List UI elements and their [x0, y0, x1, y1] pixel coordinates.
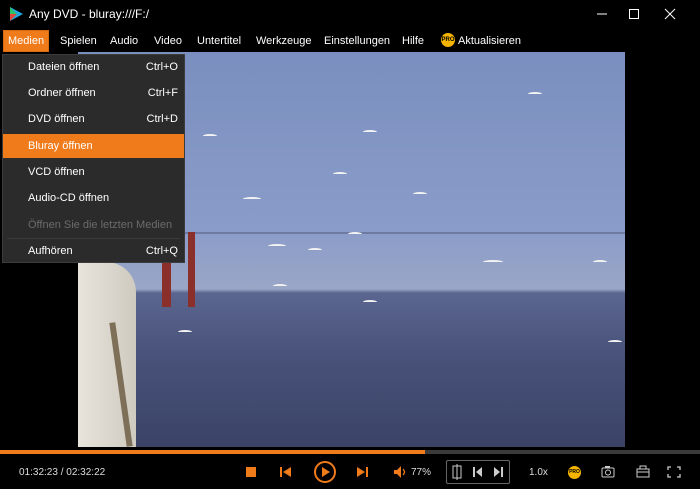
menu-medien[interactable]: Medien: [3, 30, 50, 52]
menu-item-open-dvd[interactable]: DVD öffnen Ctrl+D: [3, 107, 184, 131]
menu-item-label: Ordner öffnen: [28, 87, 96, 99]
menu-item-shortcut: Ctrl+O: [145, 61, 178, 73]
time-display: 01:32:23 / 02:32:22: [19, 467, 106, 478]
screenshot-button[interactable]: [601, 460, 615, 484]
title-bar: Any DVD - bluray:///F:/: [0, 0, 700, 28]
previous-icon: [280, 467, 291, 477]
media-dropdown-menu: Dateien öffnen Ctrl+O Ordner öffnen Ctrl…: [2, 54, 185, 263]
seagull: [413, 192, 427, 196]
menu-bar: Medien Spielen Audio Video Untertitel We…: [0, 28, 700, 52]
seagull: [333, 172, 347, 176]
seagull: [483, 260, 503, 264]
menu-untertitel[interactable]: Untertitel: [193, 30, 245, 52]
menu-item-label: Bluray öffnen: [28, 140, 93, 152]
pro-badge-icon[interactable]: PRO: [568, 466, 581, 479]
playback-controls: 01:32:23 / 02:32:22 77% 1.0x PRO: [0, 454, 700, 489]
seagull: [528, 92, 542, 96]
stop-icon: [246, 467, 256, 477]
menu-audio[interactable]: Audio: [106, 30, 142, 52]
menu-aktualisieren[interactable]: Aktualisieren: [454, 30, 525, 52]
menu-item-label: VCD öffnen: [28, 166, 85, 178]
menu-spielen[interactable]: Spielen: [56, 30, 101, 52]
next-icon: [357, 467, 368, 477]
screenshot-icon: [601, 466, 615, 478]
chapter-previous-icon[interactable]: [473, 466, 483, 478]
seagull: [243, 197, 261, 201]
seagull: [348, 232, 362, 236]
seagull: [203, 134, 217, 138]
menu-item-open-files[interactable]: Dateien öffnen Ctrl+O: [3, 55, 184, 79]
chapter-controls: [446, 460, 510, 484]
fullscreen-button[interactable]: [667, 460, 681, 484]
menu-item-open-vcd[interactable]: VCD öffnen: [3, 160, 184, 184]
fullscreen-icon: [667, 466, 681, 478]
volume-button[interactable]: [393, 460, 409, 484]
volume-percent[interactable]: 77%: [411, 467, 431, 478]
stop-button[interactable]: [244, 460, 260, 484]
previous-button[interactable]: [278, 460, 294, 484]
seagull: [608, 340, 622, 344]
close-icon: [664, 8, 676, 20]
menu-item-label: Aufhören: [28, 245, 73, 257]
menu-item-open-bluray[interactable]: Bluray öffnen: [3, 134, 184, 158]
play-icon: [314, 461, 336, 483]
menu-item-shortcut: Ctrl+F: [147, 87, 178, 99]
menu-item-quit[interactable]: Aufhören Ctrl+Q: [3, 239, 184, 263]
seagull: [268, 244, 286, 248]
menu-video[interactable]: Video: [150, 30, 186, 52]
maximize-icon: [629, 9, 639, 19]
seagull: [178, 330, 192, 334]
seagull: [593, 260, 607, 264]
ab-loop-icon[interactable]: [451, 464, 465, 480]
toolbox-icon: [636, 465, 650, 478]
next-button[interactable]: [354, 460, 370, 484]
minimize-button[interactable]: [585, 0, 619, 28]
app-logo: [10, 7, 23, 21]
menu-item-label: Öffnen Sie die letzten Medien: [28, 219, 173, 231]
pier-post: [188, 232, 195, 307]
volume-icon: [394, 466, 406, 478]
menu-item-recent-media: Öffnen Sie die letzten Medien: [3, 213, 184, 237]
menu-item-shortcut: Ctrl+Q: [145, 245, 178, 257]
play-button[interactable]: [313, 460, 337, 484]
menu-item-shortcut: Ctrl+D: [146, 113, 178, 125]
menu-item-label: Dateien öffnen: [28, 61, 100, 73]
minimize-icon: [597, 13, 607, 15]
seagull: [308, 248, 322, 252]
menu-item-label: Audio-CD öffnen: [28, 192, 110, 204]
menu-einstellungen[interactable]: Einstellungen: [320, 30, 394, 52]
menu-item-label: DVD öffnen: [28, 113, 85, 125]
seagull: [363, 130, 377, 134]
pro-badge-icon: PRO: [441, 33, 455, 47]
chapter-next-icon[interactable]: [493, 466, 503, 478]
menu-hilfe[interactable]: Hilfe: [398, 30, 428, 52]
close-button[interactable]: [653, 0, 687, 28]
seagull: [363, 300, 377, 304]
playback-speed[interactable]: 1.0x: [529, 467, 548, 478]
menu-item-open-folder[interactable]: Ordner öffnen Ctrl+F: [3, 81, 184, 105]
menu-item-open-audio-cd[interactable]: Audio-CD öffnen: [3, 186, 184, 210]
toolbox-button[interactable]: [636, 460, 650, 484]
menu-werkzeuge[interactable]: Werkzeuge: [252, 30, 315, 52]
maximize-button[interactable]: [617, 0, 651, 28]
seagull: [273, 284, 287, 288]
window-title: Any DVD - bluray:///F:/: [29, 7, 150, 21]
